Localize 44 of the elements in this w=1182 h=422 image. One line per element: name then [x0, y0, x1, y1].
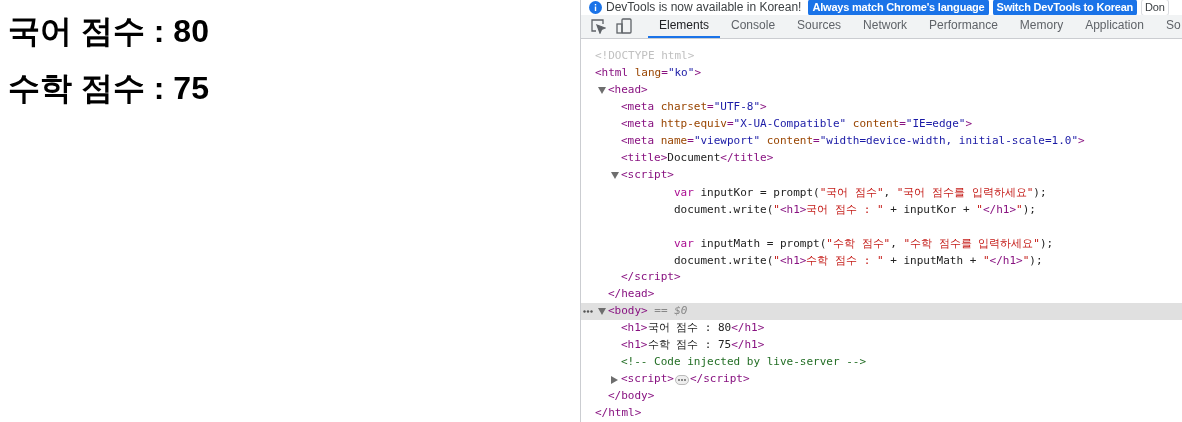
collapse-triangle-icon[interactable] — [598, 308, 608, 315]
dom-node-line[interactable]: <script> — [621, 167, 674, 184]
devtools-tab[interactable]: Sources — [786, 14, 853, 38]
page-heading: 수학 점수 : 75 — [8, 70, 209, 106]
code-line: document.write("<h1>국어 점수 : " + inputKor + "</h1>"); — [674, 202, 1036, 218]
dom-node-line[interactable]: </head> — [608, 286, 655, 303]
devtools-tab[interactable]: Application — [1074, 14, 1155, 38]
dom-node-line[interactable]: <html lang="ko"> — [595, 65, 701, 82]
dom-node-line[interactable]: <h1>수학 점수 : 75</h1> — [621, 337, 765, 354]
dom-node-line[interactable]: <meta charset="UTF-8"> — [621, 99, 767, 116]
devtools-tab[interactable]: Console — [720, 14, 787, 38]
dom-node-line[interactable]: </script> — [690, 371, 750, 388]
dom-node-line[interactable]: <meta name="viewport" content="width=device-width, initial-scale=1.0"> — [621, 133, 1085, 150]
page-heading: 국어 점수 : 80 — [8, 13, 209, 49]
inspect-icon[interactable] — [590, 18, 606, 35]
dom-node-line[interactable]: </script> — [621, 269, 681, 286]
infobar-button[interactable]: Switch DevTools to Korean — [992, 0, 1138, 15]
dom-node-line[interactable]: <meta http-equiv="X-UA-Compatible" content="IE=edge"> — [621, 116, 973, 133]
collapse-triangle-icon[interactable] — [598, 87, 608, 94]
dom-node-line[interactable]: <script> — [621, 371, 674, 388]
devtools-tab[interactable]: Memory — [1008, 14, 1075, 38]
collapse-triangle-icon[interactable] — [611, 172, 621, 179]
devtools-tab[interactable]: Network — [852, 14, 919, 38]
code-line: var inputKor = prompt("국어 점수", "국어 점수를 입력하세요"); — [674, 185, 1047, 201]
dom-node-line[interactable]: </body> — [608, 388, 655, 405]
info-icon — [589, 0, 602, 14]
dom-node-line[interactable]: <h1>국어 점수 : 80</h1> — [621, 320, 765, 337]
selected-row[interactable]: <body> == $0 — [581, 303, 1182, 320]
collapsed-content-icon[interactable] — [675, 374, 689, 385]
dom-node-line[interactable]: <!-- Code injected by live-server --> — [621, 354, 867, 371]
infobar-button[interactable]: Don — [1141, 0, 1169, 15]
devtools-tab[interactable]: So — [1154, 14, 1182, 38]
device-icon[interactable] — [616, 18, 632, 35]
code-line: var inputMath = prompt("수학 점수", "수학 점수를 입력하세요"); — [674, 236, 1054, 252]
infobar-button[interactable]: Always match Chrome's language — [808, 0, 989, 15]
devtools-tab[interactable]: Elements — [648, 14, 721, 38]
more-icon[interactable] — [583, 310, 593, 313]
dom-node-line[interactable]: <head> — [608, 82, 648, 99]
dom-node-line[interactable]: </html> — [595, 405, 642, 422]
devtools-tab[interactable]: Performance — [918, 14, 1009, 38]
dom-node-line[interactable]: <body> == $0 — [608, 303, 688, 320]
infobar-message: DevTools is now available in Korean! — [606, 0, 802, 15]
code-line: document.write("<h1>수학 점수 : " + inputMath + "</h1>"); — [674, 253, 1043, 269]
dom-node-line[interactable]: <title>Document</title> — [621, 150, 774, 167]
